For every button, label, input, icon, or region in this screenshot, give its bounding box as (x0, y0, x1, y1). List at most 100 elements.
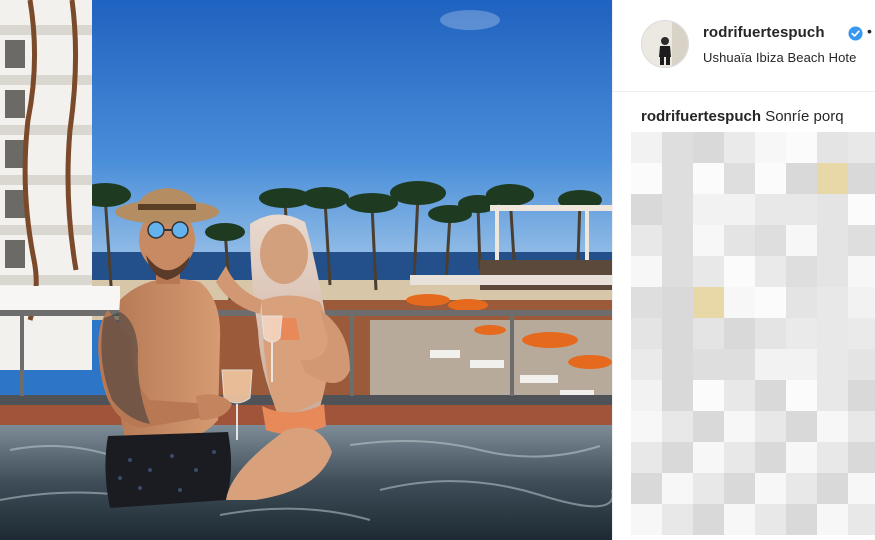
blur-tile (786, 194, 817, 225)
blur-tile (662, 442, 693, 473)
blur-tile (662, 349, 693, 380)
blur-tile (631, 256, 662, 287)
blur-tile (817, 132, 848, 163)
blur-tile (848, 380, 875, 411)
blur-tile (786, 504, 817, 535)
blur-tile (631, 287, 662, 318)
blur-tile (724, 504, 755, 535)
blur-tile (724, 380, 755, 411)
blur-tile (631, 225, 662, 256)
blur-tile (755, 442, 786, 473)
blur-tile (848, 256, 875, 287)
blur-tile (786, 318, 817, 349)
verified-badge-icon (848, 26, 863, 41)
blur-tile (755, 473, 786, 504)
blur-tile (662, 225, 693, 256)
blur-tile (724, 225, 755, 256)
blur-tile (848, 287, 875, 318)
post-header: rodrifuertespuch • Ushuaïa Ibiza Beach H… (613, 0, 875, 92)
caption-text: Sonríe porq (765, 108, 844, 125)
post-username[interactable]: rodrifuertespuch (703, 24, 825, 41)
blur-tile (786, 287, 817, 318)
blur-tile (724, 132, 755, 163)
blur-tile (817, 442, 848, 473)
blur-tile (724, 349, 755, 380)
blur-tile (848, 349, 875, 380)
blur-tile (848, 504, 875, 535)
profile-avatar[interactable] (641, 20, 689, 68)
blur-tile (786, 380, 817, 411)
blur-tile (755, 132, 786, 163)
blur-tile (693, 256, 724, 287)
blur-tile (693, 504, 724, 535)
blur-tile (724, 194, 755, 225)
blur-tile (786, 256, 817, 287)
blur-tile (848, 411, 875, 442)
blur-tile (693, 132, 724, 163)
blur-tile (755, 349, 786, 380)
blur-tile (848, 163, 875, 194)
blur-tile (693, 473, 724, 504)
blur-tile (755, 504, 786, 535)
blur-tile (724, 411, 755, 442)
blur-tile (817, 473, 848, 504)
blur-tile (817, 380, 848, 411)
blur-tile (631, 318, 662, 349)
blur-tile (724, 442, 755, 473)
blur-tile (848, 318, 875, 349)
blur-tile (631, 380, 662, 411)
blur-tile (848, 132, 875, 163)
blur-tile (755, 194, 786, 225)
blur-tile (693, 442, 724, 473)
blur-tile (724, 287, 755, 318)
post-caption: rodrifuertespuch Sonríe porq (641, 108, 844, 125)
blur-tile (848, 194, 875, 225)
blur-tile (631, 163, 662, 194)
blur-tile (848, 473, 875, 504)
blur-tile (662, 473, 693, 504)
blur-tile (693, 318, 724, 349)
blur-tile (693, 225, 724, 256)
blur-tile (817, 411, 848, 442)
blur-tile (755, 225, 786, 256)
blur-tile (817, 287, 848, 318)
blur-tile (817, 194, 848, 225)
blur-tile (786, 411, 817, 442)
blur-tile (693, 287, 724, 318)
blur-tile (724, 473, 755, 504)
blur-tile (662, 504, 693, 535)
blur-tile (693, 349, 724, 380)
blur-tile (662, 163, 693, 194)
blur-tile (817, 504, 848, 535)
blur-tile (786, 132, 817, 163)
blur-tile (755, 411, 786, 442)
blur-tile (755, 163, 786, 194)
blur-tile (786, 442, 817, 473)
blur-tile (817, 349, 848, 380)
avatar-image (642, 21, 688, 67)
blur-tile (786, 473, 817, 504)
instagram-post: rodrifuertespuch • Ushuaïa Ibiza Beach H… (0, 0, 875, 540)
post-location[interactable]: Ushuaïa Ibiza Beach Hote (703, 50, 856, 65)
separator-dot: • (867, 23, 872, 39)
blur-tile (724, 163, 755, 194)
caption-username[interactable]: rodrifuertespuch (641, 108, 761, 125)
blur-tile (631, 194, 662, 225)
post-photo[interactable] (0, 0, 612, 540)
blur-tile (817, 256, 848, 287)
blurred-comments-area (631, 132, 875, 540)
blur-tile (631, 442, 662, 473)
blur-tile (662, 194, 693, 225)
post-side-panel: rodrifuertespuch • Ushuaïa Ibiza Beach H… (612, 0, 875, 540)
blur-tile (786, 225, 817, 256)
blur-tile (662, 380, 693, 411)
blur-tile (693, 163, 724, 194)
blur-tile (724, 318, 755, 349)
blur-tile (786, 349, 817, 380)
blur-tile (755, 287, 786, 318)
blur-tile (631, 349, 662, 380)
blur-tile (693, 411, 724, 442)
blur-tile (817, 225, 848, 256)
blur-tile (662, 132, 693, 163)
blur-tile (662, 318, 693, 349)
